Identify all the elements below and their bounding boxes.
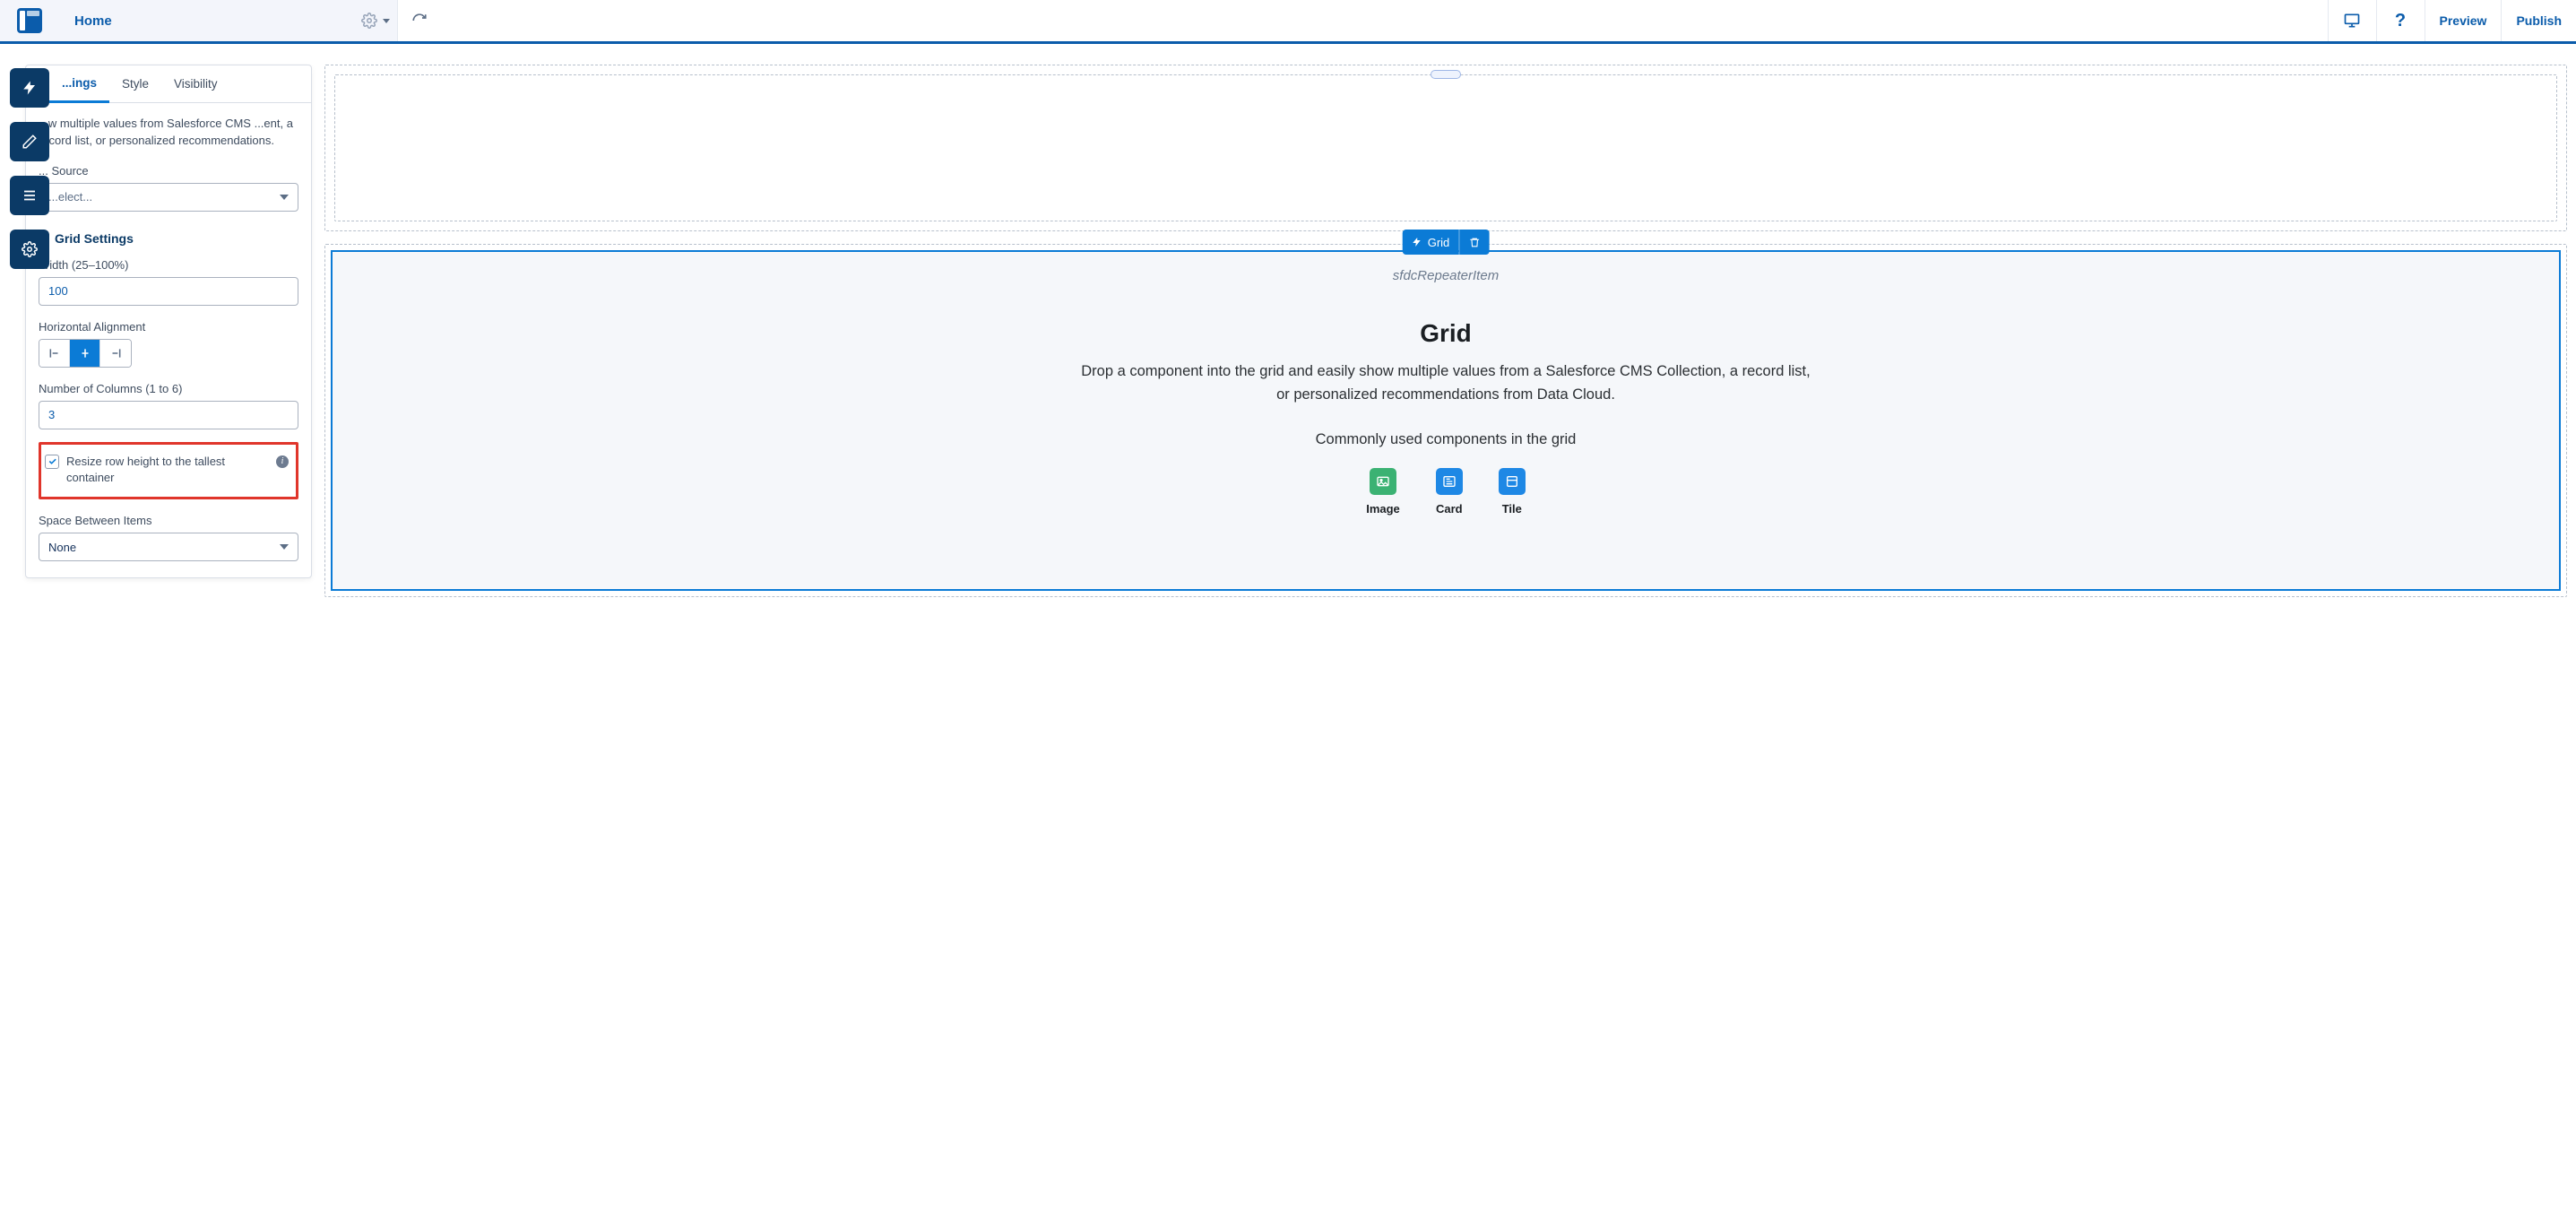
component-label: Image <box>1366 502 1400 516</box>
trash-icon <box>1468 237 1480 248</box>
grid-region[interactable]: sfdcRepeaterItem Grid Drop a component i… <box>324 244 2567 597</box>
refresh-icon <box>411 13 428 29</box>
component-tile[interactable]: Tile <box>1499 468 1526 516</box>
chevron-down-icon <box>280 195 289 200</box>
pencil-icon <box>22 134 38 150</box>
data-source-label: ... Source <box>39 164 298 178</box>
space-between-value: None <box>48 541 76 554</box>
top-bar: Home ? Preview Publish <box>0 0 2576 44</box>
resize-row-height-checkbox[interactable] <box>45 455 59 469</box>
check-icon <box>48 456 57 466</box>
menu-icon <box>22 187 38 204</box>
layout-icon <box>17 8 42 33</box>
align-right-button[interactable] <box>100 340 131 367</box>
slot-handle-icon[interactable] <box>1431 70 1461 79</box>
section-title: Grid Settings <box>55 231 134 246</box>
grid-toolbar-text: Grid <box>1428 236 1450 249</box>
grid-title: Grid <box>349 319 2543 348</box>
rail-theme-button[interactable] <box>10 122 49 161</box>
page-title-actions <box>128 0 397 41</box>
canvas-region-1[interactable] <box>324 65 2567 231</box>
data-source-select[interactable]: ...elect... <box>39 183 298 212</box>
width-input[interactable]: 100 <box>39 277 298 306</box>
suggested-components-row: Image Card Tile <box>349 468 2543 516</box>
rail-settings-button[interactable] <box>10 230 49 269</box>
grid-delete-button[interactable] <box>1458 230 1489 255</box>
component-settings-panel: ...ings Style Visibility ...w multiple v… <box>25 65 312 578</box>
left-icon-rail <box>10 68 49 269</box>
component-label: Card <box>1436 502 1463 516</box>
width-value: 100 <box>48 284 68 298</box>
grid-toolbar-label[interactable]: Grid <box>1403 230 1459 255</box>
panel-description: ...w multiple values from Salesforce CMS… <box>39 116 298 150</box>
rail-structure-button[interactable] <box>10 176 49 215</box>
component-card[interactable]: Card <box>1436 468 1463 516</box>
canvas-slot[interactable] <box>334 74 2557 221</box>
component-label: Tile <box>1502 502 1522 516</box>
space-between-select[interactable]: None <box>39 533 298 561</box>
preview-button[interactable]: Preview <box>2425 0 2502 41</box>
width-label: Width (25–100%) <box>39 258 298 272</box>
horizontal-alignment-group <box>39 339 132 368</box>
rail-components-button[interactable] <box>10 68 49 108</box>
gear-icon <box>22 241 38 257</box>
align-right-icon <box>109 347 122 360</box>
repeater-label: sfdcRepeaterItem <box>349 261 2543 319</box>
section-grid-settings[interactable]: Grid Settings <box>37 231 298 246</box>
resize-row-height-row: Resize row height to the tallest contain… <box>39 442 298 499</box>
align-center-button[interactable] <box>70 340 100 367</box>
panel-tabs: ...ings Style Visibility <box>26 65 311 103</box>
image-icon <box>1370 468 1396 495</box>
page-settings-gear-icon[interactable] <box>361 13 377 29</box>
num-columns-label: Number of Columns (1 to 6) <box>39 382 298 395</box>
publish-button[interactable]: Publish <box>2501 0 2576 41</box>
panel-body: ...w multiple values from Salesforce CMS… <box>26 103 311 577</box>
tile-icon <box>1499 468 1526 495</box>
bolt-icon <box>1412 237 1422 247</box>
page-title: Home <box>58 0 128 41</box>
grid-toolbar: Grid <box>1403 230 1490 255</box>
help-button[interactable]: ? <box>2376 0 2425 41</box>
tab-visibility[interactable]: Visibility <box>161 66 230 101</box>
desktop-preview-button[interactable] <box>2328 0 2376 41</box>
bolt-icon <box>22 80 38 96</box>
tab-settings[interactable]: ...ings <box>49 65 109 103</box>
page-settings-caret-icon[interactable] <box>383 19 390 23</box>
component-image[interactable]: Image <box>1366 468 1400 516</box>
tab-style[interactable]: Style <box>109 66 161 101</box>
topbar-spacer <box>442 0 2328 41</box>
desktop-icon <box>2343 12 2361 30</box>
num-columns-input[interactable]: 3 <box>39 401 298 429</box>
resize-row-height-label: Resize row height to the tallest contain… <box>66 454 269 486</box>
space-between-label: Space Between Items <box>39 514 298 527</box>
align-left-button[interactable] <box>39 340 70 367</box>
grid-component[interactable]: sfdcRepeaterItem Grid Drop a component i… <box>331 250 2561 591</box>
app-switcher[interactable] <box>0 0 58 41</box>
chevron-down-icon <box>280 544 289 550</box>
align-center-icon <box>79 347 91 360</box>
info-icon[interactable]: i <box>276 455 289 468</box>
canvas: Grid sfdcRepeaterItem Grid Drop a compon… <box>324 65 2567 1205</box>
card-icon <box>1436 468 1463 495</box>
horizontal-alignment-label: Horizontal Alignment <box>39 320 298 334</box>
grid-component-wrap: Grid sfdcRepeaterItem Grid Drop a compon… <box>324 244 2567 597</box>
refresh-button[interactable] <box>397 0 442 41</box>
align-left-icon <box>48 347 61 360</box>
grid-subtitle: Commonly used components in the grid <box>349 431 2543 448</box>
grid-description: Drop a component into the grid and easil… <box>1078 360 1813 406</box>
num-columns-value: 3 <box>48 408 55 421</box>
help-icon: ? <box>2395 11 2406 31</box>
data-source-value: ...elect... <box>48 190 92 204</box>
